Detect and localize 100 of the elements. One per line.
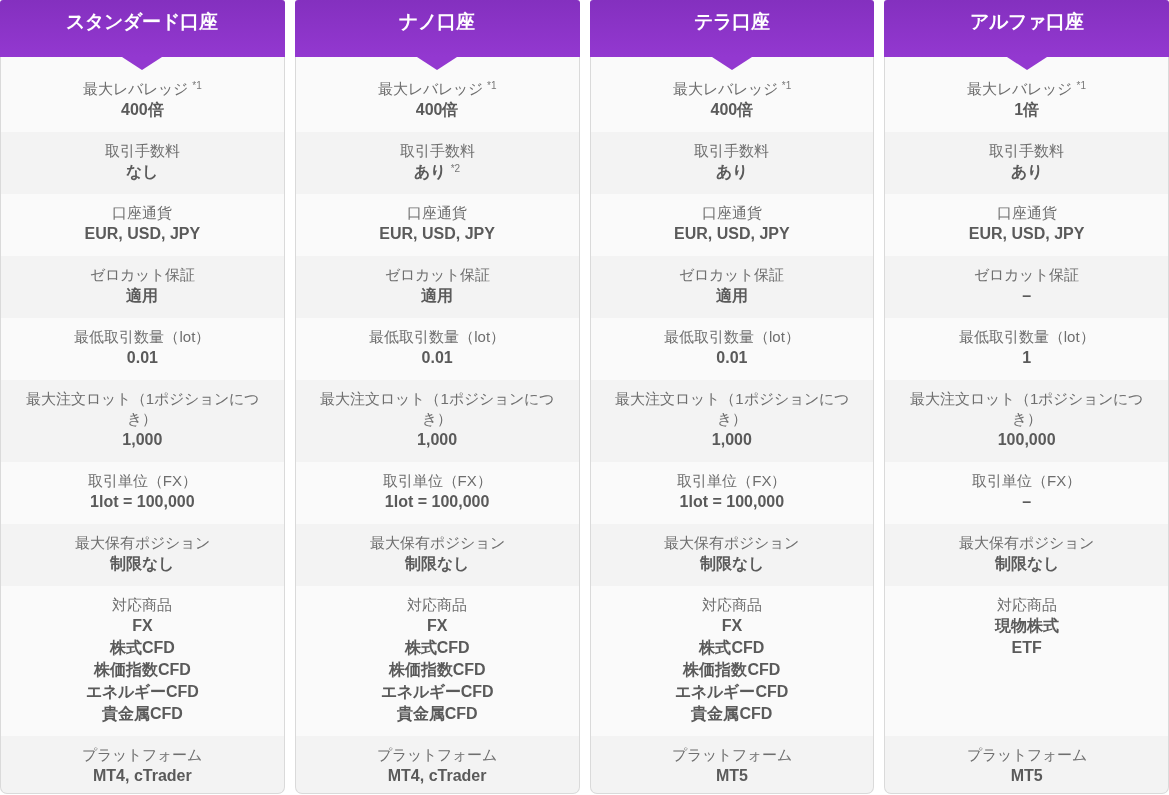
spec-value: EUR, USD, JPY [674, 224, 790, 244]
spec-label: 最大レバレッジ $^{*1}$ [377, 79, 497, 99]
spec-value: 制限なし [994, 554, 1059, 575]
spec-value: 制限なし [699, 554, 764, 575]
spec-value: なし [126, 162, 159, 183]
spec-label: 取引手数料 [989, 141, 1065, 161]
spec-label: 最大注文ロット（1ポジションにつき） [614, 389, 850, 429]
spec-label: 最大レバレッジ $^{*1}$ [967, 79, 1086, 99]
spec-label: プラットフォーム [377, 745, 498, 765]
triangle-pointer-icon [417, 57, 458, 70]
spec-value: エネルギーCFD [380, 682, 494, 702]
spec-value: – [1022, 286, 1032, 306]
column-header: テラ口座 [589, 0, 875, 57]
spec-value: 0.01 [126, 348, 158, 368]
spec-value: 株価指数CFD [93, 660, 191, 680]
spec-value: 0.01 [421, 348, 453, 368]
triangle-pointer-icon [122, 57, 163, 70]
spec-value: EUR, USD, JPY [84, 224, 201, 244]
spec-label: 取引手数料 [694, 141, 770, 161]
spec-value: あり [715, 162, 748, 182]
spec-value: 1,000 [417, 430, 458, 450]
spec-label: 対応商品 [996, 595, 1057, 615]
spec-label: 最低取引数量（lot） [958, 327, 1095, 347]
spec-value: EUR, USD, JPY [379, 224, 495, 244]
triangle-pointer-icon [711, 57, 752, 70]
spec-label: 口座通貨 [701, 203, 762, 223]
spec-value: 1倍 [1014, 100, 1040, 120]
spec-label: 取引手数料 [104, 141, 180, 161]
spec-value: 1lot = 100,000 [90, 492, 195, 512]
spec-label: 最大レバレッジ $^{*1}$ [672, 79, 792, 99]
spec-value: 制限なし [110, 554, 175, 575]
spec-value: 株価指数CFD [683, 660, 781, 680]
spec-value: 貴金属CFD [396, 704, 478, 724]
spec-value: FX [721, 616, 743, 636]
spec-value: 株式CFD [699, 638, 765, 658]
spec-value: 適用 [126, 286, 159, 306]
spec-label: 最大保有ポジション [959, 533, 1095, 553]
spec-label: 最大注文ロット（1ポジションにつき） [319, 389, 555, 429]
spec-value: 1lot = 100,000 [679, 492, 785, 512]
spec-label: 口座通貨 [407, 203, 468, 223]
spec-value: 100,000 [997, 430, 1056, 450]
spec-value: 400倍 [415, 100, 459, 120]
spec-value: – [1022, 492, 1032, 512]
spec-label: ゼロカット保証 [384, 265, 490, 285]
spec-value: あり $^{*2}$ [414, 162, 461, 182]
spec-label: 最低取引数量（lot） [369, 327, 506, 347]
spec-label: 取引単位（FX） [382, 471, 492, 491]
spec-value: 0.01 [716, 348, 748, 368]
spec-label: 取引単位（FX） [972, 471, 1082, 491]
spec-value: FX [426, 616, 448, 636]
spec-value: 400倍 [121, 100, 164, 120]
spec-label: プラットフォーム [82, 745, 203, 765]
spec-value: ETF [1011, 638, 1042, 658]
spec-value: 貴金属CFD [691, 704, 773, 724]
spec-value: 適用 [715, 286, 748, 306]
spec-value: MT4, cTrader [387, 766, 487, 786]
spec-value: 1lot = 100,000 [384, 492, 490, 512]
spec-value: MT4, cTrader [93, 766, 192, 786]
spec-value: あり [1010, 162, 1043, 182]
spec-label: 対応商品 [701, 595, 762, 615]
spec-value: MT5 [715, 766, 748, 786]
spec-label: 取引単位（FX） [87, 471, 197, 491]
spec-value: 1 [1022, 348, 1032, 368]
spec-value: 適用 [421, 286, 454, 306]
spec-value: 制限なし [405, 554, 470, 575]
spec-label: 対応商品 [112, 595, 173, 615]
spec-value: 1,000 [711, 430, 752, 450]
spec-value: MT5 [1010, 766, 1043, 786]
spec-label: 最大保有ポジション [664, 533, 800, 553]
spec-label: 口座通貨 [112, 203, 173, 223]
spec-label: プラットフォーム [966, 745, 1087, 765]
spec-value: 株価指数CFD [388, 660, 486, 680]
spec-label: 最低取引数量（lot） [74, 327, 211, 347]
spec-value: エネルギーCFD [85, 682, 199, 702]
spec-label: プラットフォーム [671, 745, 792, 765]
spec-label: 最大レバレッジ $^{*1}$ [83, 79, 202, 99]
spec-value: FX [132, 616, 153, 636]
spec-value: 現物株式 [994, 616, 1059, 636]
spec-label: 口座通貨 [996, 203, 1057, 223]
spec-label: 対応商品 [407, 595, 468, 615]
spec-label: ゼロカット保証 [89, 265, 195, 285]
column-header: ナノ口座 [294, 0, 580, 57]
spec-label: 最大保有ポジション [369, 533, 505, 553]
spec-label: 最低取引数量（lot） [663, 327, 800, 347]
column-header: アルファ口座 [884, 0, 1169, 57]
spec-value: 株式CFD [109, 638, 175, 658]
spec-value: 貴金属CFD [101, 704, 183, 724]
spec-label: 最大保有ポジション [74, 533, 210, 553]
spec-label: 取引手数料 [399, 141, 475, 161]
spec-value: エネルギーCFD [675, 682, 789, 702]
spec-label: 最大注文ロット（1ポジションにつき） [908, 389, 1145, 429]
column-header: スタンダード口座 [0, 0, 285, 57]
spec-value: 株式CFD [404, 638, 470, 658]
spec-value: EUR, USD, JPY [968, 224, 1085, 244]
spec-value: 1,000 [122, 430, 163, 450]
spec-label: 取引単位（FX） [677, 471, 787, 491]
triangle-pointer-icon [1006, 57, 1047, 70]
spec-label: ゼロカット保証 [679, 265, 785, 285]
spec-label: ゼロカット保証 [974, 265, 1080, 285]
spec-value: 400倍 [710, 100, 754, 120]
